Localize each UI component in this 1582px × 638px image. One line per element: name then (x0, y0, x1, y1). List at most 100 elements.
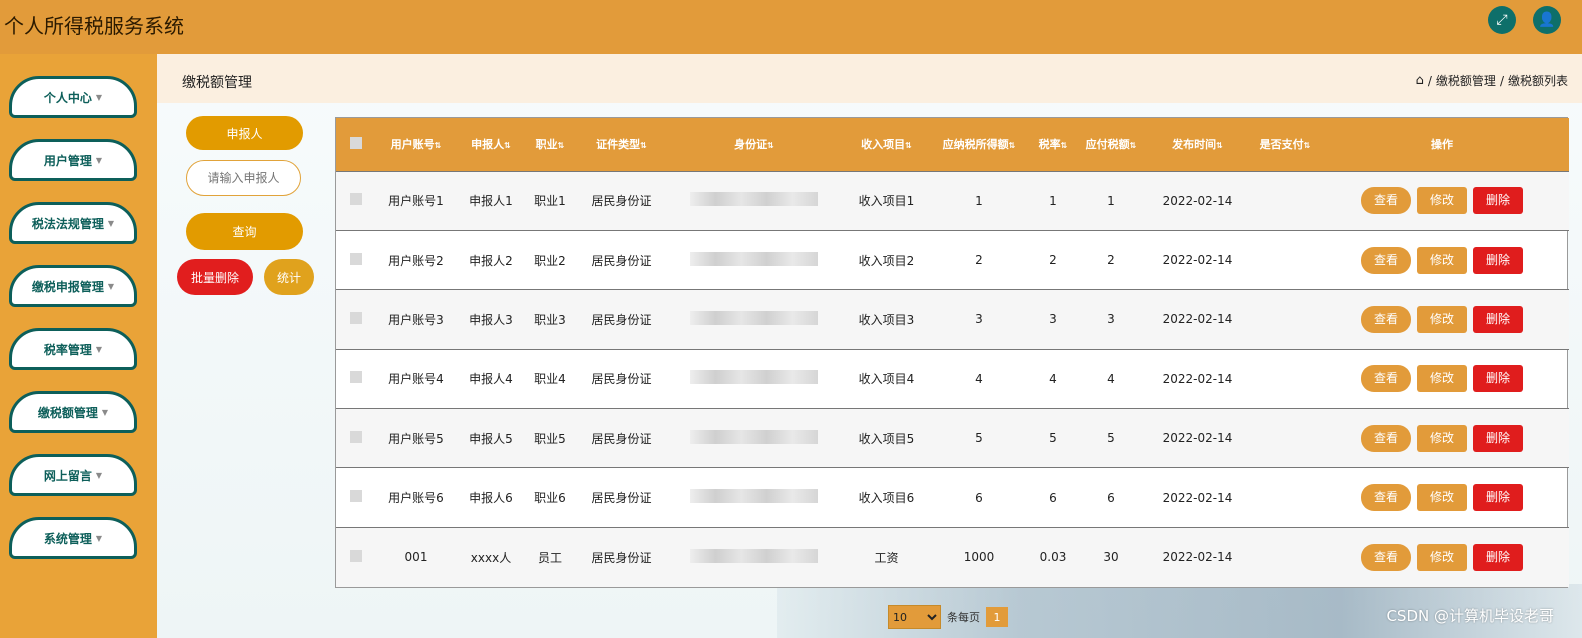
sidebar-item-tax-rate[interactable]: 税率管理 ▼ (9, 328, 137, 370)
view-button[interactable]: 查看 (1361, 484, 1411, 512)
sidebar-item-label: 系统管理 (43, 531, 92, 546)
row-checkbox[interactable] (350, 252, 362, 265)
cell-account: 用户账号4 (388, 372, 444, 387)
sidebar-item-messages[interactable]: 网上留言 ▼ (9, 454, 137, 496)
column-header[interactable]: 应付税额⇅ (1082, 118, 1140, 171)
cell-declarant: 申报人4 (469, 372, 513, 387)
table-row: 用户账号5 申报人5 职业5 居民身份证 收入项目5 5 5 5 2022-02-14 查看 修改删… (336, 408, 1569, 468)
row-checkbox[interactable] (350, 193, 362, 206)
sidebar-item-users[interactable]: 用户管理 ▼ (9, 139, 137, 181)
row-checkbox[interactable] (350, 490, 362, 503)
query-button[interactable]: 查询 (186, 213, 303, 250)
breadcrumb: ⌂ / 缴税额管理 / 缴税额列表 (1415, 72, 1568, 89)
column-header[interactable]: 收入项目⇅ (839, 118, 934, 171)
delete-button[interactable]: 删除 (1473, 246, 1523, 274)
tax-amount-table: 用户账号⇅ 申报人⇅ 职业⇅ 证件类型⇅ 身份证⇅ 收入项目⇅ 应纳税所得额⇅ … (335, 117, 1569, 588)
delete-button[interactable]: 删除 (1473, 365, 1523, 393)
cell-taxable: 4 (975, 371, 983, 386)
chevron-down-icon: ▼ (95, 344, 103, 354)
view-button[interactable]: 查看 (1361, 543, 1411, 571)
page-size-select[interactable]: 10 (888, 605, 941, 629)
view-button[interactable]: 查看 (1361, 246, 1411, 274)
expand-icon[interactable]: ⤢ (1488, 6, 1516, 34)
column-header[interactable]: 应纳税所得额⇅ (934, 118, 1024, 171)
declarant-search-input[interactable] (186, 160, 301, 196)
cell-id-number (669, 230, 839, 289)
cell-actions: 查看 修改 删除 (1315, 409, 1569, 468)
edit-button[interactable]: 修改 (1417, 365, 1467, 393)
sidebar-item-system[interactable]: 系统管理 ▼ (9, 517, 137, 559)
redacted-id (690, 429, 818, 444)
sidebar-item-label: 网上留言 (43, 468, 92, 483)
pagination: 10 条每页 1 (888, 605, 1008, 629)
table-row: 用户账号3 申报人3 职业3 居民身份证 收入项目3 3 3 3 2022-02-14 查看 修改删… (336, 289, 1569, 350)
chevron-down-icon: ▼ (101, 407, 109, 417)
cell-income: 收入项目4 (858, 372, 915, 387)
column-header[interactable]: 发布时间⇅ (1140, 118, 1255, 171)
edit-button[interactable]: 修改 (1417, 543, 1467, 571)
view-button[interactable]: 查看 (1361, 365, 1411, 393)
row-checkbox[interactable] (350, 549, 362, 562)
view-button[interactable]: 查看 (1361, 424, 1411, 452)
sort-icon: ⇅ (1008, 141, 1016, 151)
column-header[interactable]: 是否支付⇅ (1255, 118, 1315, 171)
column-header[interactable]: 申报人⇅ (456, 118, 526, 171)
row-checkbox[interactable] (350, 311, 362, 324)
column-header[interactable]: 身份证⇅ (669, 118, 839, 171)
row-checkbox[interactable] (350, 371, 362, 384)
delete-button[interactable]: 删除 (1473, 424, 1523, 452)
cell-id-number (669, 171, 839, 230)
cell-id-number (669, 290, 839, 349)
cell-date: 2022-02-14 (1162, 490, 1233, 505)
cell-account: 用户账号3 (388, 312, 444, 327)
page-number[interactable]: 1 (986, 607, 1008, 627)
delete-button[interactable]: 删除 (1473, 543, 1523, 571)
sidebar-item-personal-center[interactable]: 个人中心 ▼ (9, 76, 137, 118)
breadcrumb-item[interactable]: 缴税额管理 (1436, 72, 1496, 89)
column-header[interactable]: 证件类型⇅ (574, 118, 669, 171)
sort-icon: ⇅ (1129, 141, 1137, 151)
cell-tax: 2 (1107, 253, 1115, 268)
cell-tax: 5 (1107, 431, 1115, 446)
cell-id-type: 居民身份证 (591, 431, 652, 446)
delete-button[interactable]: 删除 (1473, 187, 1523, 215)
sidebar-item-tax-declaration[interactable]: 缴税申报管理 ▼ (9, 265, 137, 307)
watermark: CSDN @计算机毕设老哥 (1386, 607, 1554, 625)
cell-declarant: xxxx人 (470, 550, 512, 565)
cell-rate: 1 (1049, 193, 1057, 208)
home-icon[interactable]: ⌂ (1416, 73, 1424, 88)
column-header[interactable]: 用户账号⇅ (376, 118, 456, 171)
view-button[interactable]: 查看 (1361, 187, 1411, 215)
cell-declarant: 申报人3 (469, 312, 513, 327)
redacted-id (690, 310, 818, 325)
row-checkbox[interactable] (350, 430, 362, 443)
cell-actions: 查看 修改 删除 (1315, 349, 1569, 408)
edit-button[interactable]: 修改 (1417, 246, 1467, 274)
column-header[interactable]: 职业⇅ (526, 118, 574, 171)
cell-account: 用户账号5 (388, 431, 444, 446)
cell-declarant: 申报人1 (469, 194, 513, 209)
edit-button[interactable]: 修改 (1417, 187, 1467, 215)
cell-date: 2022-02-14 (1162, 253, 1233, 268)
view-button[interactable]: 查看 (1361, 305, 1411, 333)
batch-delete-button[interactable]: 批量删除 (177, 259, 253, 295)
edit-button[interactable]: 修改 (1417, 305, 1467, 333)
sidebar-item-tax-amount[interactable]: 缴税额管理 ▼ (9, 391, 137, 433)
column-header: 操作 (1431, 138, 1453, 152)
sidebar-item-label: 税法法规管理 (31, 216, 104, 231)
select-all-checkbox[interactable] (350, 136, 362, 149)
header-bar: 缴税额管理 ⌂ / 缴税额管理 / 缴税额列表 (157, 54, 1582, 103)
cell-tax: 1 (1107, 193, 1115, 208)
edit-button[interactable]: 修改 (1417, 484, 1467, 512)
cell-tax: 4 (1107, 371, 1115, 386)
stats-button[interactable]: 统计 (264, 259, 314, 295)
column-header[interactable]: 税率⇅ (1024, 118, 1082, 171)
cell-taxable: 3 (975, 312, 983, 327)
delete-button[interactable]: 删除 (1473, 484, 1523, 512)
user-icon[interactable]: 👤 (1533, 6, 1561, 34)
cell-paid (1255, 349, 1315, 408)
sidebar-item-tax-law[interactable]: 税法法规管理 ▼ (9, 202, 137, 244)
delete-button[interactable]: 删除 (1473, 305, 1523, 333)
edit-button[interactable]: 修改 (1417, 424, 1467, 452)
chevron-down-icon: ▼ (95, 92, 103, 102)
